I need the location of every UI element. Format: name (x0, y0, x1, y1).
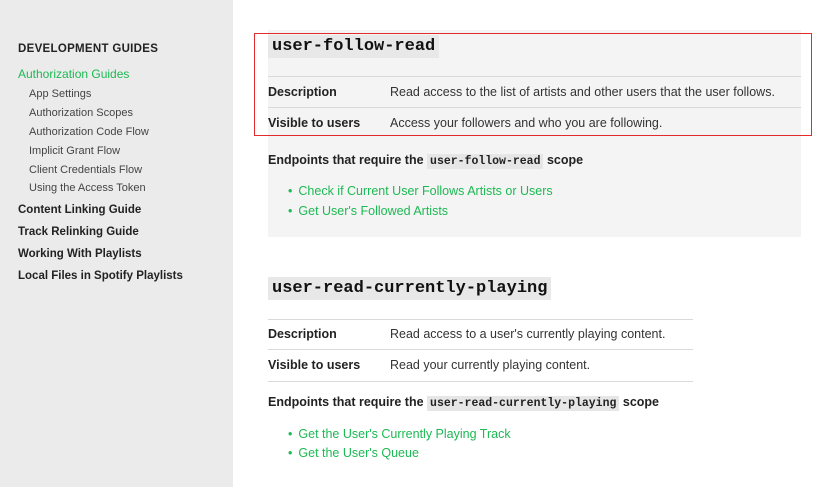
endpoint-list-item: • Check if Current User Follows Artists o… (288, 184, 553, 198)
table-divider (268, 349, 693, 350)
endpoint-list-item: • Get User's Followed Artists (288, 204, 448, 218)
bullet-icon: • (288, 427, 293, 441)
sidebar-item-working-with-playlists[interactable]: Working With Playlists (18, 248, 142, 260)
sidebar-item-track-relinking[interactable]: Track Relinking Guide (18, 226, 139, 238)
scope-title: user-read-currently-playing (268, 277, 552, 300)
endpoint-link[interactable]: Get User's Followed Artists (298, 204, 448, 218)
sidebar-item-authorization-guides[interactable]: Authorization Guides (18, 67, 129, 81)
visible-label: Visible to users (268, 358, 361, 372)
endpoint-link[interactable]: Check if Current User Follows Artists or… (298, 184, 552, 198)
sidebar-subitem-authorization-code-flow[interactable]: Authorization Code Flow (29, 126, 149, 138)
endpoints-prefix: Endpoints that require the (268, 395, 424, 409)
table-divider (268, 319, 693, 320)
endpoint-link[interactable]: Get the User's Queue (298, 446, 419, 460)
sidebar-heading: DEVELOPMENT GUIDES (18, 43, 159, 55)
visible-value: Read your currently playing content. (390, 358, 591, 372)
endpoint-list-item: • Get the User's Queue (288, 446, 419, 460)
endpoints-heading: Endpoints that require the user-read-cur… (268, 395, 660, 411)
sidebar-item-local-files[interactable]: Local Files in Spotify Playlists (18, 270, 183, 282)
endpoints-prefix: Endpoints that require the (268, 153, 424, 167)
sidebar: DEVELOPMENT GUIDES Authorization Guides … (0, 0, 233, 487)
table-divider (268, 381, 693, 382)
sidebar-subitem-authorization-scopes[interactable]: Authorization Scopes (29, 107, 133, 119)
sidebar-subitem-using-access-token[interactable]: Using the Access Token (29, 182, 146, 194)
description-label: Description (268, 327, 337, 341)
endpoints-suffix: scope (546, 153, 584, 167)
highlight-box (254, 33, 812, 136)
bullet-icon: • (288, 184, 293, 198)
sidebar-subitem-app-settings[interactable]: App Settings (29, 88, 91, 100)
endpoints-suffix: scope (622, 395, 660, 409)
description-value: Read access to a user's currently playin… (390, 327, 666, 341)
endpoints-scope-code: user-follow-read (427, 154, 544, 169)
endpoint-link[interactable]: Get the User's Currently Playing Track (298, 427, 510, 441)
bullet-icon: • (288, 204, 293, 218)
sidebar-item-content-linking[interactable]: Content Linking Guide (18, 204, 141, 216)
endpoints-scope-code: user-read-currently-playing (427, 396, 620, 411)
endpoint-list-item: • Get the User's Currently Playing Track (288, 427, 511, 441)
sidebar-subitem-implicit-grant-flow[interactable]: Implicit Grant Flow (29, 145, 120, 157)
sidebar-subitem-client-credentials-flow[interactable]: Client Credentials Flow (29, 164, 142, 176)
endpoints-heading: Endpoints that require the user-follow-r… (268, 153, 584, 169)
bullet-icon: • (288, 446, 293, 460)
